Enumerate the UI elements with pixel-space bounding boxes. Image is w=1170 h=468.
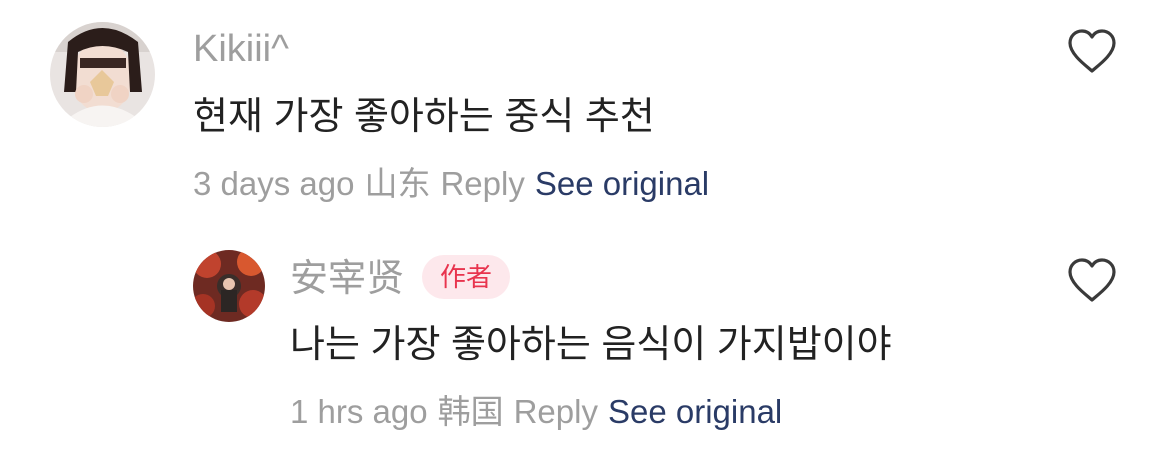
comment-time: 3 days ago (193, 165, 355, 202)
comment-meta: 3 days ago 山东 Reply See original (193, 162, 709, 206)
comment-item: Kikiii^ 현재 가장 좋아하는 중식 추천 3 days ago 山东 Rep… (0, 0, 1170, 230)
comment-location: 山东 (364, 165, 431, 202)
heart-outline-icon (1068, 258, 1116, 302)
comment-username[interactable]: Kikiii^ (193, 24, 289, 74)
comment-time: 1 hrs ago (290, 393, 428, 430)
like-button[interactable] (1066, 257, 1118, 303)
comment-location: 韩国 (437, 393, 504, 430)
reply-button[interactable]: Reply (514, 393, 598, 430)
avatar[interactable] (50, 22, 155, 127)
avatar[interactable] (193, 250, 265, 322)
reply-comment-item: 安宰贤 作者 나는 가장 좋아하는 음식이 가지밥이야 1 hrs ago 韩国 R… (0, 230, 1170, 468)
author-badge: 作者 (422, 255, 511, 299)
see-original-link[interactable]: See original (608, 393, 782, 430)
see-original-link[interactable]: See original (535, 165, 709, 202)
heart-outline-icon (1068, 29, 1116, 73)
like-button[interactable] (1066, 28, 1118, 74)
comment-text: 나는 가장 좋아하는 음식이 가지밥이야 (290, 324, 892, 366)
comment-text: 현재 가장 좋아하는 중식 추천 (193, 96, 655, 138)
comment-meta: 1 hrs ago 韩国 Reply See original (290, 390, 782, 434)
comment-username[interactable]: 安宰贤 (290, 254, 404, 304)
reply-button[interactable]: Reply (440, 165, 524, 202)
